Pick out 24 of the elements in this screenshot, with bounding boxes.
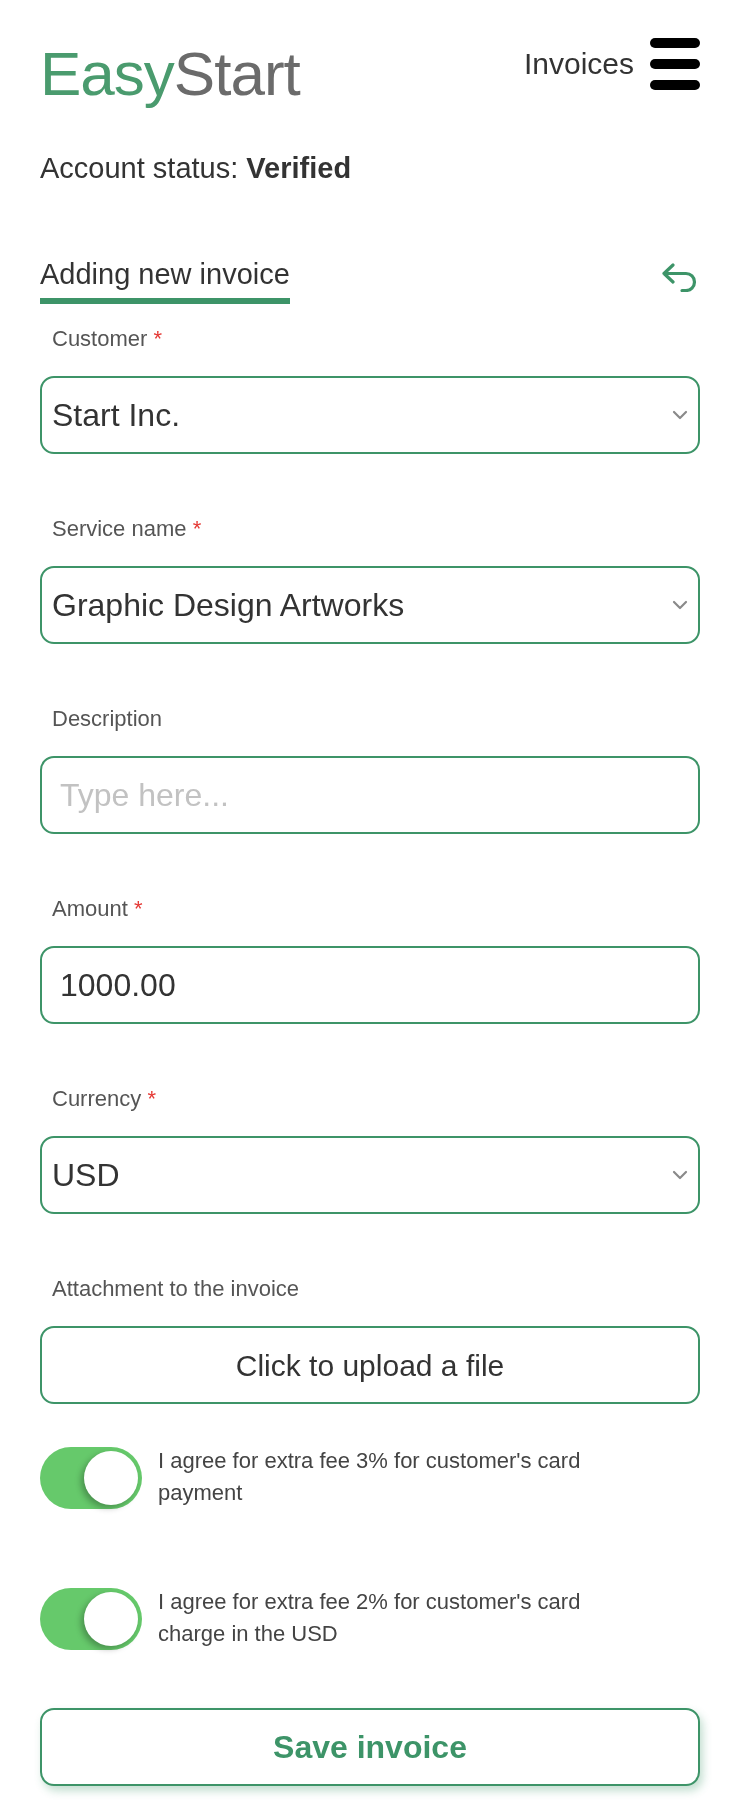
- chevron-down-icon: [672, 1170, 688, 1180]
- invoices-link[interactable]: Invoices: [523, 46, 634, 82]
- menu-icon[interactable]: [650, 38, 700, 90]
- field-label: Currency *: [52, 1087, 157, 1111]
- field-label: Customer *: [52, 327, 164, 351]
- field-label: Amount *: [52, 897, 144, 921]
- dropdown-select[interactable]: USD: [40, 1136, 700, 1214]
- toggle-label: I agree for extra fee 2% for customer's card charge in the USD: [158, 1588, 582, 1648]
- logo: EasyStart: [40, 38, 300, 110]
- section-title: Adding new invoice: [40, 256, 290, 304]
- field-label: Attachment to the invoice: [52, 1277, 301, 1301]
- field-label: Service name *: [52, 517, 203, 541]
- text-input[interactable]: Type here...: [40, 756, 700, 834]
- chevron-down-icon: [672, 410, 688, 420]
- dropdown-select[interactable]: Graphic Design Artworks: [40, 566, 700, 644]
- chevron-down-icon: [672, 600, 688, 610]
- text-input[interactable]: 1000.00: [40, 946, 700, 1024]
- back-arrow-icon[interactable]: [661, 262, 699, 292]
- field-label: Description: [52, 707, 164, 731]
- toggle-label: I agree for extra fee 3% for customer's card payment: [158, 1447, 582, 1507]
- account-status-text: Account status: Verified: [40, 151, 353, 186]
- dropdown-select[interactable]: Start Inc.: [40, 376, 700, 454]
- upload-button[interactable]: Click to upload a file: [40, 1326, 700, 1404]
- save-invoice-button[interactable]: Save invoice: [40, 1708, 700, 1786]
